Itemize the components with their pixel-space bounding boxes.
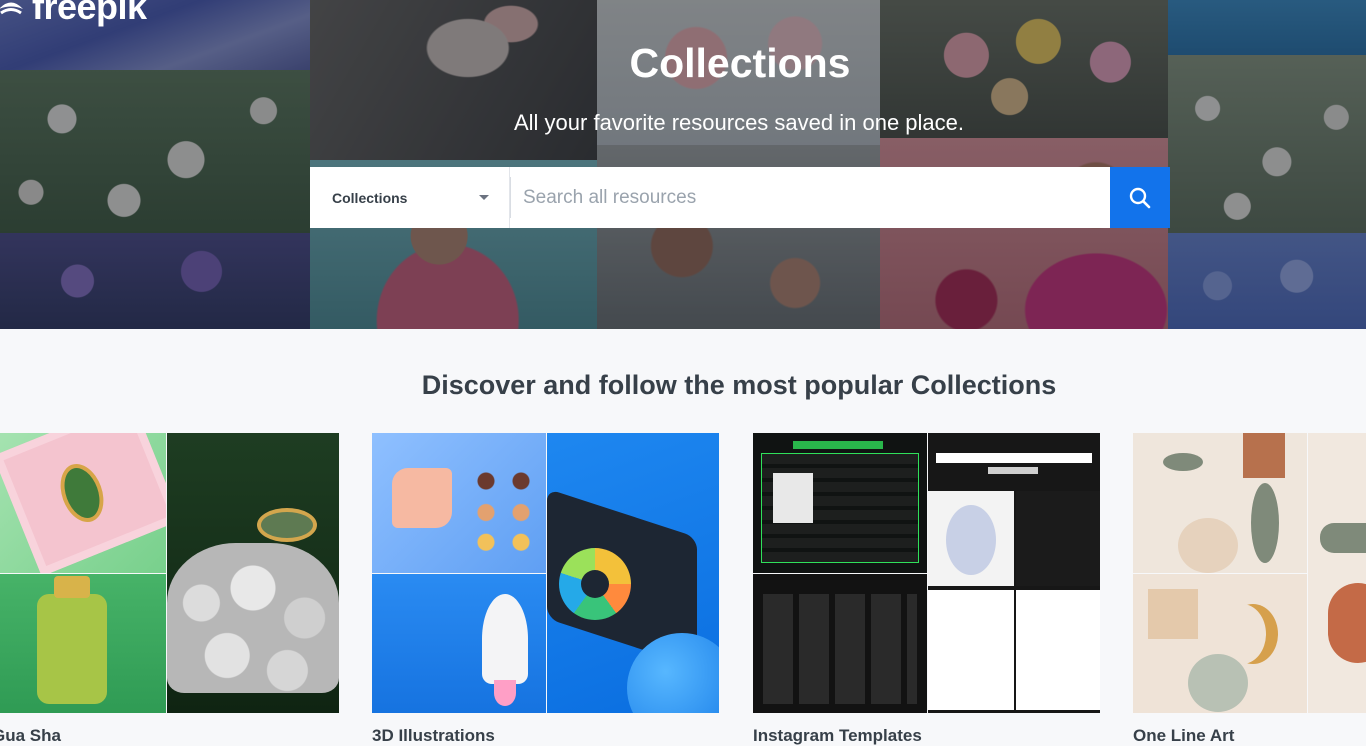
collection-thumb [753,574,927,713]
freepik-logo[interactable]: freepik [0,0,147,28]
hero-photo-daisies [0,70,310,233]
search-input[interactable] [511,167,1110,228]
collection-thumb [1308,433,1366,713]
collection-thumb [753,433,927,573]
collection-thumb [0,574,166,713]
search-button[interactable] [1110,167,1170,228]
collection-thumb [0,433,166,573]
collection-title[interactable]: 3D Illustrations [372,726,495,746]
collection-thumb [372,574,546,713]
collection-thumb [372,433,546,573]
collection-title[interactable]: One Line Art [1133,726,1234,746]
collection-thumb [928,433,1100,713]
collection-thumb [167,433,339,713]
logo-text: freepik [32,0,147,27]
collection-card-gua-sha[interactable] [0,433,339,713]
hero-photo-blue-flowers [1168,233,1366,329]
freepik-logo-icon [0,2,23,15]
section-title: Discover and follow the most popular Col… [421,370,1057,400]
page-title: Collections [629,40,851,86]
search-category-label: Collections [332,189,408,206]
collection-card-one-line-art[interactable] [1133,433,1366,713]
hero-photo-lavender [0,233,310,329]
collection-card-3d-illustrations[interactable] [372,433,719,713]
collection-thumb [547,433,719,713]
collection-thumb [1133,433,1307,573]
search-category-dropdown[interactable]: Collections [310,167,510,228]
search-icon [1129,187,1151,208]
collection-title[interactable]: Instagram Templates [753,726,922,746]
chevron-down-icon [479,195,489,200]
search-bar: Collections [310,167,1170,228]
collection-thumb [1133,574,1307,713]
collection-card-instagram-templates[interactable] [753,433,1100,713]
hero-banner: freepik Collections All your favorite re… [0,0,1366,329]
collection-title[interactable]: Gua Sha [0,726,61,746]
page-subtitle: All your favorite resources saved in one… [513,110,964,135]
